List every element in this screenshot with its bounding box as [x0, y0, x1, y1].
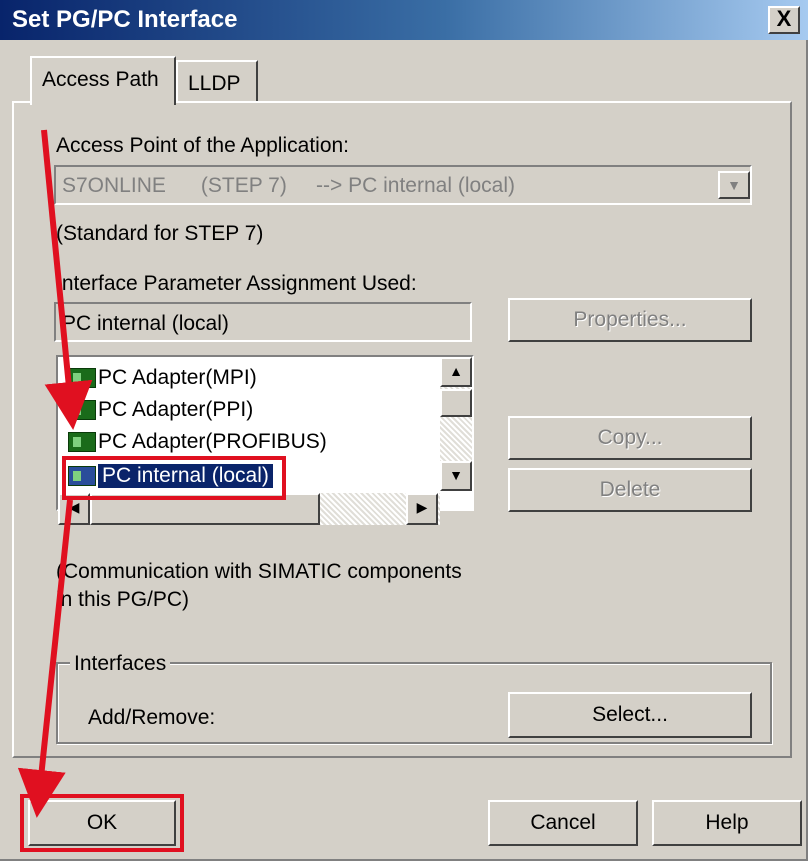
tab-lldp[interactable]: LLDP — [176, 60, 258, 103]
window-title: Set PG/PC Interface — [12, 6, 238, 33]
network-adapter-icon — [68, 432, 96, 452]
scroll-left-icon[interactable]: ◀ — [58, 493, 90, 525]
network-adapter-icon — [68, 368, 96, 388]
description-line-2: in this PG/PC) — [56, 588, 190, 611]
list-item-label: PC Adapter(PROFIBUS) — [98, 430, 327, 453]
help-button[interactable]: Help — [652, 800, 802, 846]
select-button[interactable]: Select... — [508, 692, 752, 738]
list-item-selected[interactable]: PC internal (local) — [68, 461, 273, 491]
network-adapter-icon — [68, 466, 96, 486]
scroll-up-icon[interactable]: ▲ — [440, 357, 472, 387]
access-point-label: Access Point of the Application: — [56, 134, 350, 157]
list-item-label: PC Adapter(PPI) — [98, 398, 254, 421]
properties-button[interactable]: Properties... — [508, 298, 752, 342]
access-point-note: (Standard for STEP 7) — [56, 222, 264, 245]
dialog-window: Set PG/PC Interface X Access Path LLDP A… — [0, 0, 808, 861]
interface-param-value: PC internal (local) — [62, 312, 229, 335]
add-remove-label: Add/Remove: — [88, 706, 216, 729]
interfaces-group-title: Interfaces — [70, 652, 171, 676]
access-point-value: S7ONLINE (STEP 7) --> PC internal (local… — [62, 174, 515, 197]
list-item-label: PC internal (local) — [98, 464, 273, 488]
scroll-right-icon[interactable]: ▶ — [406, 493, 438, 525]
tab-access-path[interactable]: Access Path — [30, 56, 176, 105]
ok-button[interactable]: OK — [28, 800, 176, 846]
title-bar[interactable]: Set PG/PC Interface X — [0, 0, 808, 40]
scroll-down-icon[interactable]: ▼ — [440, 461, 472, 491]
list-item[interactable]: PC Adapter(PPI) — [68, 395, 253, 425]
interface-param-field: PC internal (local) — [54, 302, 472, 342]
access-point-select[interactable]: S7ONLINE (STEP 7) --> PC internal (local… — [54, 165, 752, 205]
description-line-1: (Communication with SIMATIC components — [56, 560, 462, 583]
scroll-thumb[interactable] — [90, 493, 320, 525]
interface-param-label: Interface Parameter Assignment Used: — [56, 272, 417, 295]
chevron-down-icon[interactable]: ▼ — [718, 171, 750, 199]
copy-button[interactable]: Copy... — [508, 416, 752, 460]
interface-listbox[interactable]: PC Adapter(MPI) PC Adapter(PPI) PC Adapt… — [56, 355, 474, 511]
list-item[interactable]: PC Adapter(MPI) — [68, 363, 257, 393]
scroll-thumb[interactable] — [440, 389, 472, 417]
close-button[interactable]: X — [768, 6, 800, 34]
list-item-label: PC Adapter(MPI) — [98, 366, 257, 389]
delete-button[interactable]: Delete — [508, 468, 752, 512]
network-adapter-icon — [68, 400, 96, 420]
cancel-button[interactable]: Cancel — [488, 800, 638, 846]
list-item[interactable]: PC Adapter(PROFIBUS) — [68, 427, 327, 457]
